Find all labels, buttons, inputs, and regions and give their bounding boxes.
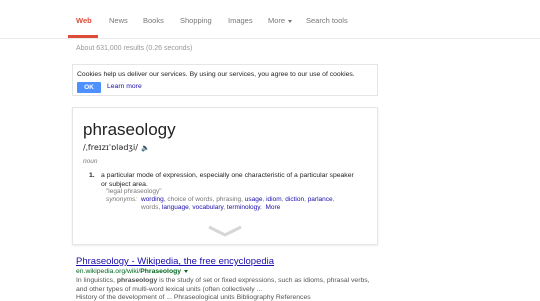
result-title-link[interactable]: Phraseology - Wikipedia, the free encycl… (76, 256, 274, 267)
definition-example: "legal phraseology" (106, 188, 162, 195)
synonym-link[interactable]: vocabulary (192, 204, 223, 211)
result-snippet: In linguistics, phraseology is the study… (76, 277, 376, 294)
result-stats: About 631,000 results (0.26 seconds) (76, 45, 193, 52)
result-url: en.wikipedia.org/wiki/Phraseology (76, 268, 189, 275)
tab-news[interactable]: News (109, 16, 128, 25)
snippet-highlight: phraseology (116, 277, 158, 284)
tab-books[interactable]: Books (143, 16, 164, 25)
synonym-link[interactable]: wording (141, 196, 164, 203)
active-tab-indicator (68, 35, 98, 38)
search-tabs: Web News Books Shopping Images More Sear… (0, 0, 540, 39)
cookie-text: Cookies help us deliver our services. By… (77, 71, 355, 78)
expand-card-button[interactable] (73, 224, 377, 244)
synonym-link[interactable]: terminology (227, 204, 260, 211)
tab-web[interactable]: Web (76, 16, 92, 25)
learn-more-link[interactable]: Learn more (107, 83, 142, 90)
tab-search-tools[interactable]: Search tools (306, 16, 348, 25)
tab-images[interactable]: Images (228, 16, 253, 25)
chevron-down-icon (288, 19, 293, 23)
synonym-link[interactable]: parlance (308, 196, 333, 203)
pronunciation-text: /ˌfreɪzɪˈɒlədʒi/ (83, 143, 138, 152)
tab-more-label: More (268, 16, 286, 25)
synonym-link[interactable]: idiom (266, 196, 282, 203)
cookie-ok-button[interactable]: OK (77, 82, 101, 93)
part-of-speech: noun (83, 158, 98, 165)
pronunciation: /ˌfreɪzɪˈɒlədʒi/🔈 (83, 143, 150, 152)
url-options-caret-icon[interactable] (184, 269, 189, 273)
definition-text: a particular mode of expression, especia… (101, 172, 354, 188)
tab-more[interactable]: More (268, 16, 293, 25)
result-url-prefix: en.wikipedia.org/wiki/ (76, 268, 141, 275)
cookie-notice: Cookies help us deliver our services. By… (72, 64, 378, 96)
chevron-down-icon (208, 225, 242, 237)
result-url-bold: Phraseology (140, 268, 182, 275)
snippet-lead: In linguistics, (76, 277, 115, 284)
more-synonyms-link[interactable]: More (265, 204, 280, 211)
dictionary-word: phraseology (83, 120, 176, 139)
synonym-text: choice of words (167, 196, 213, 203)
definition-number: 1. (89, 172, 95, 179)
synonym-text: phrasing (216, 196, 242, 203)
synonyms-line-2: words, language, vocabulary, terminology… (141, 204, 281, 211)
synonyms-line-1: wording, choice of words, phrasing, usag… (141, 196, 335, 203)
synonyms-label: synonyms: (106, 196, 138, 203)
speaker-icon[interactable]: 🔈 (141, 144, 150, 152)
tab-shopping[interactable]: Shopping (180, 16, 212, 25)
synonym-link[interactable]: diction (285, 196, 304, 203)
dictionary-card: phraseology /ˌfreɪzɪˈɒlədʒi/🔈 noun 1. a … (72, 107, 378, 245)
synonym-text: words (141, 204, 159, 211)
synonym-link[interactable]: usage (245, 196, 263, 203)
synonym-link[interactable]: language (162, 204, 189, 211)
